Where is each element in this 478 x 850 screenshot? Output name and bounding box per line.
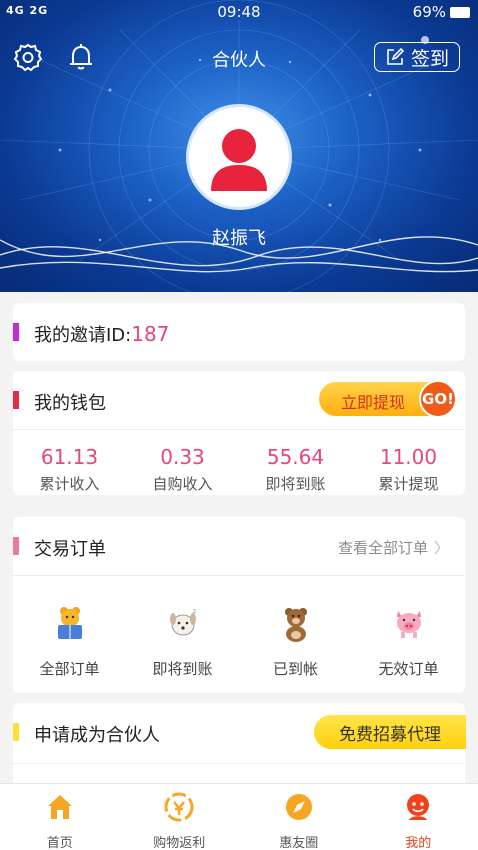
invite-id-row: 我的邀请ID:187 — [34, 321, 169, 347]
order-label: 全部订单 — [39, 660, 100, 678]
view-all-orders-link[interactable]: 查看全部订单〉 — [338, 537, 449, 558]
section-marker — [13, 323, 19, 341]
partner-title: 申请成为合伙人 — [34, 725, 160, 746]
orders-card: 交易订单 查看全部订单〉 全部订单 z 即将到账 已到帐 无效订单 — [13, 517, 465, 693]
tab-home[interactable]: 首页 — [0, 792, 120, 850]
view-all-label: 查看全部订单 — [337, 539, 428, 557]
tab-label: 惠友圈 — [279, 836, 319, 850]
order-label: 无效订单 — [378, 660, 439, 678]
bottom-tab-bar: 首页 购物返利 惠友圈 我的 — [0, 783, 478, 850]
partner-card: 申请成为合伙人 免费招募代理 — [13, 703, 466, 793]
recruit-agent-button[interactable]: 免费招募代理 — [314, 715, 466, 749]
checkin-label: 签到 — [410, 47, 449, 70]
tab-label: 首页 — [46, 836, 73, 850]
divider — [13, 763, 465, 764]
stat-self-purchase[interactable]: 0.33 自购收入 — [126, 445, 239, 494]
divider — [13, 575, 465, 576]
order-all[interactable]: 全部订单 — [13, 603, 126, 679]
go-badge: GO! — [419, 380, 457, 418]
profile-icon — [407, 794, 430, 820]
order-label: 已到帐 — [272, 660, 318, 678]
section-marker — [13, 723, 19, 741]
pig-icon — [396, 611, 421, 638]
section-marker — [13, 537, 19, 555]
rebate-icon — [164, 792, 194, 822]
stat-total-withdrawn[interactable]: 11.00 累计提现 — [352, 445, 465, 494]
section-marker — [13, 391, 19, 409]
divider — [13, 429, 465, 430]
bear-reading-icon — [57, 607, 82, 639]
status-bar: 4G 2G 09:48 69% — [0, 0, 478, 26]
user-silhouette-icon — [211, 129, 267, 191]
stat-pending[interactable]: 55.64 即将到账 — [239, 445, 352, 494]
stat-label: 累计收入 — [39, 475, 100, 493]
stat-total-income[interactable]: 61.13 累计收入 — [13, 445, 126, 494]
tab-friends-circle[interactable]: 惠友圈 — [239, 792, 359, 850]
chevron-right-icon: 〉 — [433, 539, 449, 557]
wallet-title: 我的钱包 — [34, 393, 106, 414]
withdraw-button[interactable]: 立即提现 GO! — [319, 380, 457, 418]
stat-value: 55.64 — [266, 445, 325, 469]
home-icon — [47, 795, 72, 819]
order-label: 即将到账 — [152, 660, 213, 678]
invite-id-value: 187 — [131, 322, 170, 346]
order-invalid[interactable]: 无效订单 — [352, 603, 465, 679]
stat-value: 61.13 — [40, 445, 99, 469]
tab-mine[interactable]: 我的 — [359, 792, 478, 850]
stat-label: 累计提现 — [378, 475, 439, 493]
username: 赵振飞 — [212, 228, 266, 249]
stat-value: 0.33 — [160, 445, 205, 469]
battery-percent: 69% — [412, 3, 446, 21]
order-pending[interactable]: z 即将到账 — [126, 603, 239, 679]
dog-icon: z — [169, 608, 196, 636]
compass-icon — [285, 794, 312, 820]
checkin-button[interactable]: 签到 — [374, 42, 460, 72]
invite-label: 我的邀请ID: — [34, 325, 132, 346]
tab-label: 购物返利 — [153, 836, 206, 850]
wallet-card: 我的钱包 立即提现 GO! 61.13 累计收入 0.33 自购收入 55.64… — [13, 371, 465, 495]
withdraw-label: 立即提现 — [341, 393, 406, 412]
profile-header: 4G 2G 09:48 69% 合伙人 签到 赵振飞 — [0, 0, 478, 292]
orders-title: 交易订单 — [34, 539, 106, 560]
avatar[interactable] — [186, 104, 292, 210]
stat-value: 11.00 — [379, 445, 438, 469]
bear-icon — [284, 608, 307, 642]
edit-icon — [387, 47, 405, 65]
invite-card: 我的邀请ID:187 — [13, 303, 465, 361]
stat-label: 即将到账 — [265, 475, 326, 493]
battery-icon — [450, 7, 470, 18]
order-received[interactable]: 已到帐 — [239, 603, 352, 679]
tab-shopping-rebate[interactable]: 购物返利 — [120, 792, 240, 850]
status-time: 09:48 — [217, 3, 261, 21]
tab-label: 我的 — [405, 836, 432, 850]
svg-text:z: z — [193, 608, 196, 615]
stat-label: 自购收入 — [152, 475, 213, 493]
